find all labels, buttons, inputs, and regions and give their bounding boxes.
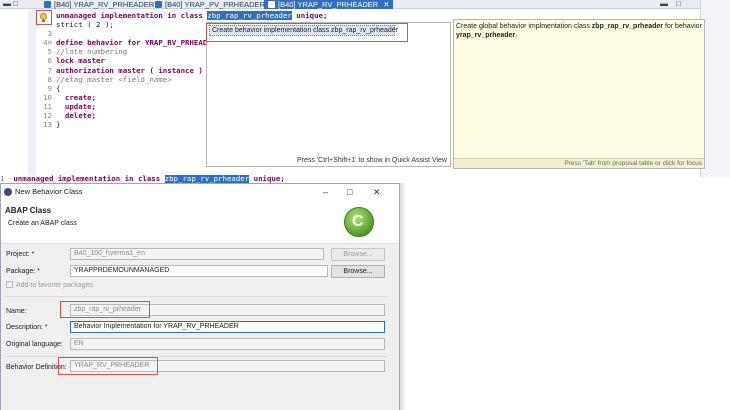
- code-token: //etag master <field_name>: [56, 74, 172, 84]
- editor-tab-2[interactable]: [B40] YRAP_PV_PRHEADER: [155, 0, 265, 9]
- code-token: strict ( 2 );: [56, 20, 114, 30]
- line-number: 11: [43, 101, 52, 111]
- dialog-title-bar: New Behavior Class – □ ✕: [1, 184, 399, 200]
- editor-tab-bar: ▬ □ [B40] YRAP_RV_PRHEADER [B40] YRAP_PV…: [0, 0, 730, 9]
- dialog-maximize-icon[interactable]: □: [347, 184, 352, 200]
- minimize-view-icon[interactable]: ▬: [3, 0, 11, 8]
- wizard-title: ABAP Class: [5, 206, 52, 215]
- behavior-definition-highlight-box: [58, 357, 158, 375]
- proposal-doc-popup: Create global behavior implmentation cla…: [453, 19, 705, 169]
- line-number: 5: [47, 47, 52, 57]
- eclipse-app-icon: [4, 188, 12, 196]
- name-highlight-box: [60, 301, 150, 318]
- line-number: 7: [47, 65, 52, 75]
- quick-assist-footer: Press 'Ctrl+Shift+1' to show in Quick As…: [297, 157, 447, 164]
- original-language-label: Original language:: [6, 341, 63, 348]
- add-favorites-checkbox[interactable]: Add to favorite packages: [6, 281, 93, 289]
- line-number: 4⊖: [43, 38, 52, 48]
- editor-tab-1[interactable]: [B40] YRAP_RV_PRHEADER: [44, 0, 154, 9]
- original-language-field: EN: [70, 338, 385, 350]
- package-label: Package: *: [6, 268, 40, 275]
- dialog-shadow: [400, 183, 406, 410]
- quick-assist-popup: Create behavior implementation class zbp…: [206, 22, 451, 167]
- form-separator-1: [5, 296, 387, 297]
- description-field[interactable]: Behavior Implementation for YRAP_RV_PRHE…: [70, 321, 385, 333]
- line-number: 8: [47, 74, 52, 84]
- line-number: 10: [43, 92, 52, 102]
- code-token: unique;: [291, 11, 328, 20]
- name-label: Name:: [6, 308, 27, 315]
- code-token: lock master: [56, 56, 105, 66]
- line-number: 3: [47, 29, 52, 39]
- proposal-highlight-box: [206, 23, 408, 42]
- cds-file-icon: [155, 1, 162, 8]
- line-number: 12: [43, 111, 52, 121]
- project-browse-button: Browse...: [331, 248, 385, 261]
- dialog-minimize-icon[interactable]: –: [323, 184, 328, 200]
- behavior-file-icon: [44, 1, 51, 8]
- code-line: unmanaged implementation in class zbp_ra…: [40, 11, 327, 20]
- code-token: {: [56, 83, 61, 93]
- line-number: 13: [43, 120, 52, 130]
- editor-echo-line: 1 unmanaged implementation in class zbp_…: [0, 175, 400, 183]
- code-token: delete;: [56, 111, 97, 121]
- code-token: create;: [56, 92, 97, 102]
- dialog-close-icon[interactable]: ✕: [373, 184, 381, 200]
- code-token: update;: [56, 101, 97, 111]
- package-browse-button[interactable]: Browse...: [331, 265, 385, 278]
- proposal-description: Create global behavior implmentation cla…: [456, 23, 702, 39]
- project-label: Project: *: [6, 251, 35, 258]
- code-token: //late numbering: [56, 47, 128, 57]
- code-token: define behavior for YRAP_RV_PRHEADER: [56, 38, 217, 48]
- maximize-view-icon[interactable]: □: [13, 0, 18, 8]
- view-minimize-icon[interactable]: ▬: [660, 0, 668, 8]
- line-number: 6: [47, 56, 52, 66]
- wizard-form: Project: * B40_100_hverma1_en Browse... …: [1, 244, 399, 410]
- code-token: authorization master ( instance ): [56, 65, 203, 75]
- line-number: 9: [47, 83, 52, 93]
- editor-ruler: [28, 9, 36, 177]
- new-behavior-class-dialog: New Behavior Class – □ ✕ ABAP Class Crea…: [0, 183, 400, 410]
- behavior-file-icon: [268, 1, 275, 8]
- dialog-title: New Behavior Class: [15, 187, 83, 196]
- wizard-header: ABAP Class Create an ABAP class C: [1, 200, 399, 244]
- package-field[interactable]: YRAPPRDEMOUNMANAGED: [70, 265, 328, 277]
- code-token: }: [56, 120, 61, 130]
- code-token: unmanaged implementation in class: [56, 11, 208, 20]
- code-token: zbp_rap_rv_prheader: [207, 11, 292, 20]
- doc-popup-footer: Press 'Tab' from proposal table or click…: [454, 158, 704, 168]
- wizard-subtitle: Create an ABAP class: [8, 220, 77, 227]
- abap-class-wizard-icon: C: [344, 207, 374, 237]
- project-field: B40_100_hverma1_en: [70, 248, 324, 260]
- description-label: Description: *: [6, 324, 48, 331]
- view-maximize-icon[interactable]: □: [676, 0, 681, 8]
- editor-tab-active[interactable]: [B40] YRAP_RV_PRHEADER ✕: [264, 0, 394, 9]
- close-tab-icon[interactable]: ✕: [383, 0, 389, 9]
